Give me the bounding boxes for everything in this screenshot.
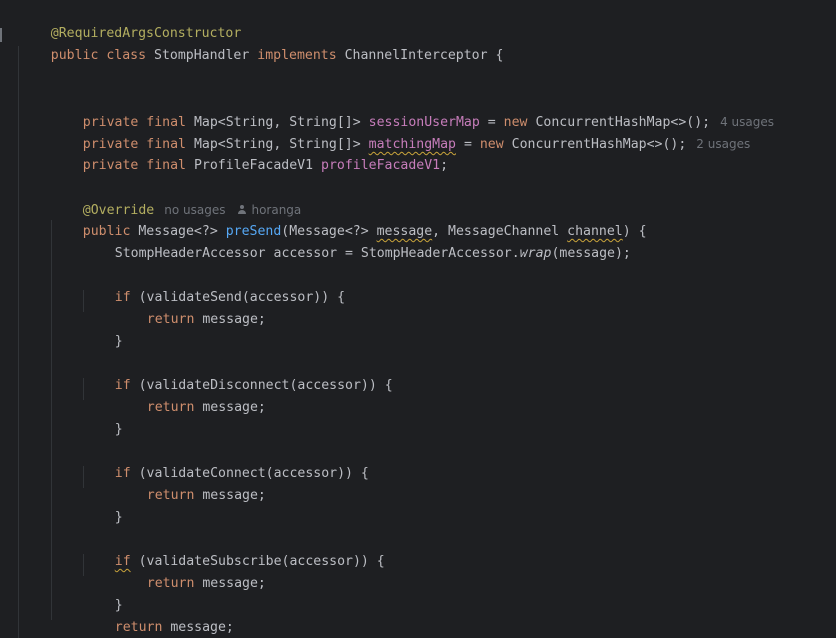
code-line-close-brace[interactable]: }: [83, 309, 123, 349]
code-line-field-profile-facade[interactable]: private final ProfileFacadeV1 profileFac…: [51, 133, 448, 173]
code-line-method-signature[interactable]: public Message<?> preSend(Message<?> mes…: [51, 199, 647, 239]
return-value: message;: [202, 312, 266, 327]
keyword-return: return: [146, 400, 195, 415]
code-line-accessor-declaration[interactable]: StompHeaderAccessor accessor = StompHead…: [83, 221, 631, 261]
code-line-if-validate-connect[interactable]: if (validateConnect(accessor)) {: [83, 441, 369, 481]
return-value: message;: [202, 576, 266, 591]
return-value: message;: [202, 400, 266, 415]
keyword-class: class: [106, 48, 147, 63]
accessor-declaration: StompHeaderAccessor accessor = StompHead…: [114, 246, 520, 261]
code-line-close-brace[interactable]: }: [83, 573, 123, 613]
semicolon: ;: [440, 158, 449, 173]
keyword-return: return: [114, 620, 163, 635]
code-line-close-brace[interactable]: }: [83, 397, 123, 437]
code-line-field-session-user-map[interactable]: private final Map<String, String[]> sess…: [51, 89, 774, 130]
keyword-return: return: [146, 312, 195, 327]
class-open-brace: {: [495, 48, 504, 63]
code-line-final-return[interactable]: return message;: [83, 595, 234, 635]
code-line-if-validate-disconnect[interactable]: if (validateDisconnect(accessor)) {: [83, 353, 393, 393]
code-line-return[interactable]: return message;: [115, 287, 266, 327]
keyword-implements: implements: [257, 48, 337, 63]
indent-guide-class-body: [18, 46, 19, 638]
wrap-method-call[interactable]: wrap: [520, 246, 552, 261]
code-line-method-close-brace[interactable]: }: [51, 616, 91, 638]
keyword-new: new: [479, 137, 504, 152]
code-line-class-annotation[interactable]: @RequiredArgsConstructor: [19, 1, 242, 41]
keyword-return: return: [146, 488, 195, 503]
class-name[interactable]: StompHandler: [154, 48, 249, 63]
code-line-return[interactable]: return message;: [115, 551, 266, 591]
keyword-public: public: [50, 48, 99, 63]
close-brace: }: [114, 422, 123, 437]
code-line-if-validate-subscribe[interactable]: if (validateSubscribe(accessor)) {: [83, 529, 385, 569]
code-line-if-validate-send[interactable]: if (validateSend(accessor)) {: [83, 265, 345, 305]
wrap-arguments: (message);: [551, 246, 631, 261]
close-brace: }: [114, 334, 123, 349]
keyword-private: private: [82, 158, 139, 173]
field-type: ProfileFacadeV1: [193, 158, 314, 173]
field-initializer: ConcurrentHashMap<>();: [511, 137, 687, 152]
code-line-field-matching-map[interactable]: private final Map<String, String[]> matc…: [51, 111, 750, 152]
usages-hint[interactable]: 2 usages: [696, 137, 750, 151]
gutter-change-marker: [0, 28, 2, 42]
return-value: message;: [170, 620, 234, 635]
code-line-return[interactable]: return message;: [115, 463, 266, 503]
assign-operator: =: [463, 137, 472, 152]
return-value: message;: [202, 488, 266, 503]
field-profile-facade[interactable]: profileFacadeV1: [321, 158, 440, 173]
close-brace: }: [114, 510, 123, 525]
code-editor[interactable]: @RequiredArgsConstructor public class St…: [0, 0, 836, 638]
indent-guide-method-body: [51, 220, 52, 620]
code-line-return[interactable]: return message;: [115, 375, 266, 415]
keyword-return: return: [146, 576, 195, 591]
code-line-override-annotation[interactable]: @Override no usages horanga: [51, 177, 302, 218]
code-line-close-brace[interactable]: }: [83, 485, 123, 525]
interface-name[interactable]: ChannelInterceptor: [345, 48, 488, 63]
code-line-class-declaration[interactable]: public class StompHandler implements Cha…: [19, 23, 504, 63]
keyword-final: final: [146, 158, 186, 173]
